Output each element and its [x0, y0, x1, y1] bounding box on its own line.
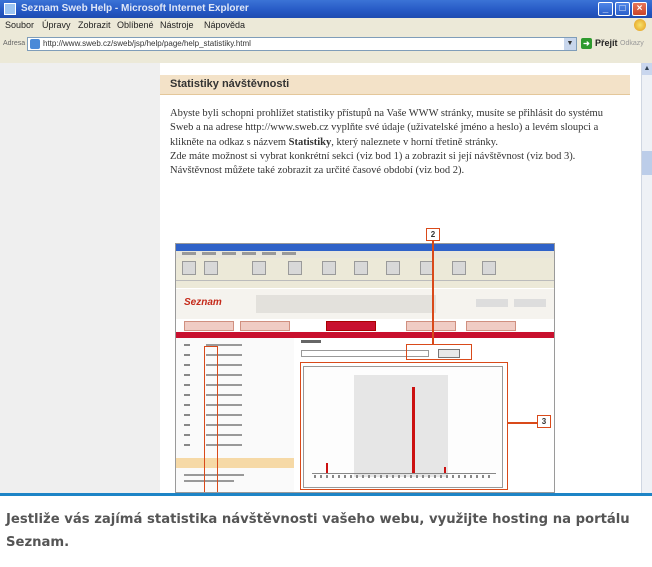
- windows-logo-icon: [634, 19, 646, 31]
- menu-item-view[interactable]: Zobrazit: [78, 20, 111, 30]
- links-label[interactable]: Odkazy: [620, 40, 644, 47]
- vertical-scrollbar[interactable]: ▲: [641, 63, 652, 493]
- address-bar: Adresa http://www.sweb.cz/sweb/jsp/help/…: [0, 33, 652, 64]
- ss-tabs: [176, 319, 554, 332]
- maximize-button[interactable]: □: [615, 2, 630, 16]
- annotation-box-1: [204, 346, 218, 492]
- menu-item-tools[interactable]: Nástroje: [160, 20, 194, 30]
- section-heading: Statistiky návštěvnosti: [170, 78, 290, 90]
- page-icon: [30, 39, 40, 49]
- caption-rule: [0, 493, 652, 496]
- page-content: Statistiky návštěvnosti Abyste byli scho…: [0, 63, 641, 493]
- ss-banner-button: [476, 299, 508, 307]
- figure-caption: Jestliže vás zajímá statistika návštěvno…: [0, 493, 652, 567]
- menu-item-edit[interactable]: Úpravy: [42, 20, 71, 30]
- close-button[interactable]: ×: [632, 2, 647, 16]
- ss-stat-header: [176, 458, 294, 468]
- ss-banner-graphic: [256, 295, 436, 313]
- section-heading-bar: Statistiky návštěvnosti: [160, 75, 630, 95]
- callout-line-3: [507, 422, 537, 424]
- menu-item-help[interactable]: Nápověda: [204, 20, 245, 30]
- ss-title-bar: [176, 244, 554, 251]
- ie-app-icon: [4, 3, 16, 15]
- address-url[interactable]: http://www.sweb.cz/sweb/jsp/help/page/he…: [43, 39, 251, 48]
- scroll-thumb[interactable]: [642, 151, 652, 175]
- caption-text: Jestliže vás zajímá statistika návštěvno…: [6, 512, 630, 550]
- annotation-box-3: [300, 362, 508, 490]
- go-button[interactable]: ➜ Přejít: [581, 37, 618, 51]
- ss-section-list: [176, 338, 294, 492]
- window-title: Seznam Sweb Help - Microsoft Internet Ex…: [21, 3, 249, 14]
- scroll-up-icon[interactable]: ▲: [642, 63, 652, 75]
- ss-menu-bar: [176, 251, 554, 258]
- minimize-button[interactable]: _: [598, 2, 613, 16]
- ss-banner: Seznam: [176, 289, 554, 319]
- title-bar: Seznam Sweb Help - Microsoft Internet Ex…: [0, 0, 652, 18]
- menu-item-file[interactable]: Soubor: [5, 20, 34, 30]
- paragraph-2: Zde máte možnost si vybrat konkrétní sek…: [170, 150, 576, 177]
- callout-line-2: [432, 241, 434, 344]
- annotation-box-2: [406, 344, 472, 360]
- address-label: Adresa: [3, 40, 26, 47]
- address-dropdown-icon[interactable]: ▼: [564, 38, 576, 50]
- statistics-link-text: Statistiky: [288, 136, 332, 148]
- callout-2: 2: [426, 228, 440, 241]
- left-sidebar: [0, 63, 160, 493]
- ss-banner-button: [514, 299, 546, 307]
- seznam-logo: Seznam: [184, 297, 222, 308]
- menu-bar: Soubor Úpravy Zobrazit Oblíbené Nástroje…: [0, 18, 652, 33]
- article-body: Abyste byli schopni prohlížet statistiky…: [170, 107, 628, 178]
- embedded-screenshot: Seznam: [175, 243, 555, 493]
- ss-address-bar: [176, 280, 554, 288]
- browser-window: Seznam Sweb Help - Microsoft Internet Ex…: [0, 0, 652, 493]
- paragraph-1: Abyste byli schopni prohlížet statistiky…: [170, 108, 603, 148]
- callout-3: 3: [537, 415, 551, 428]
- menu-item-favorites[interactable]: Oblíbené: [117, 20, 154, 30]
- address-input[interactable]: http://www.sweb.cz/sweb/jsp/help/page/he…: [27, 37, 577, 51]
- ss-toolbar: [176, 258, 554, 280]
- go-arrow-icon: ➜: [581, 38, 592, 49]
